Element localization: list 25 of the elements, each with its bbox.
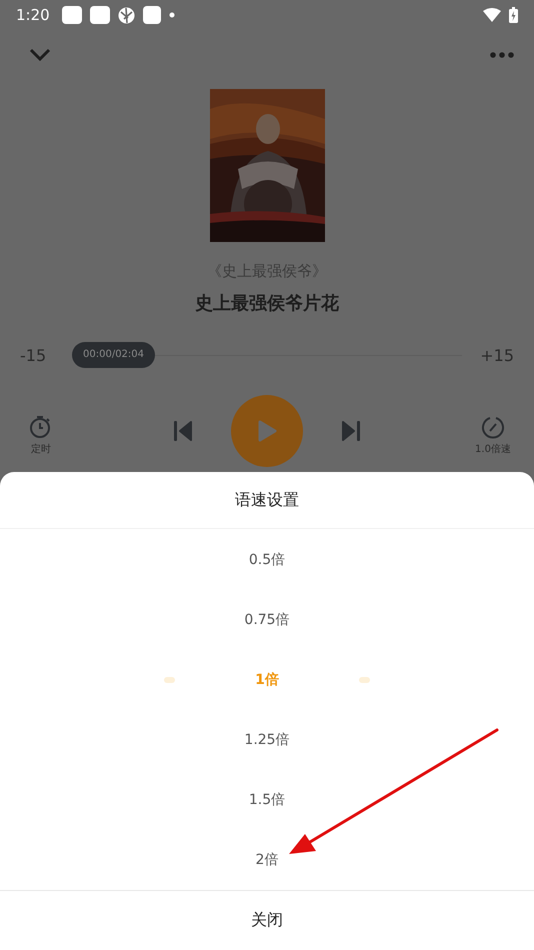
speed-option[interactable]: 0.75倍 [244, 611, 290, 629]
selection-marker [164, 677, 176, 683]
wifi-icon [483, 8, 501, 22]
episode-title: 史上最强侯爷片花 [194, 292, 340, 315]
collapse-icon[interactable] [29, 48, 51, 62]
battery-icon [509, 7, 518, 23]
next-icon[interactable] [341, 419, 361, 443]
play-icon [257, 420, 277, 442]
speed-option[interactable]: 0.5倍 [248, 551, 286, 569]
speed-option[interactable]: 1.5倍 [248, 791, 286, 809]
more-icon[interactable] [490, 52, 514, 58]
aperture-icon [118, 6, 135, 24]
sheet-title: 语速设置 [0, 472, 534, 529]
speed-option[interactable]: 1.25倍 [244, 731, 290, 749]
speed-option[interactable]: 2倍 [256, 851, 278, 869]
speed-icon[interactable] [481, 414, 505, 438]
notification-icon [62, 6, 82, 24]
progress-thumb[interactable]: 00:00/02:04 [72, 342, 156, 368]
notification-icon [142, 6, 161, 24]
timer-icon[interactable] [29, 414, 53, 438]
notification-icon [90, 6, 110, 24]
status-time: 1:20 [16, 6, 50, 24]
dot-icon [168, 12, 175, 18]
previous-icon[interactable] [173, 419, 193, 443]
selection-marker [358, 677, 370, 683]
